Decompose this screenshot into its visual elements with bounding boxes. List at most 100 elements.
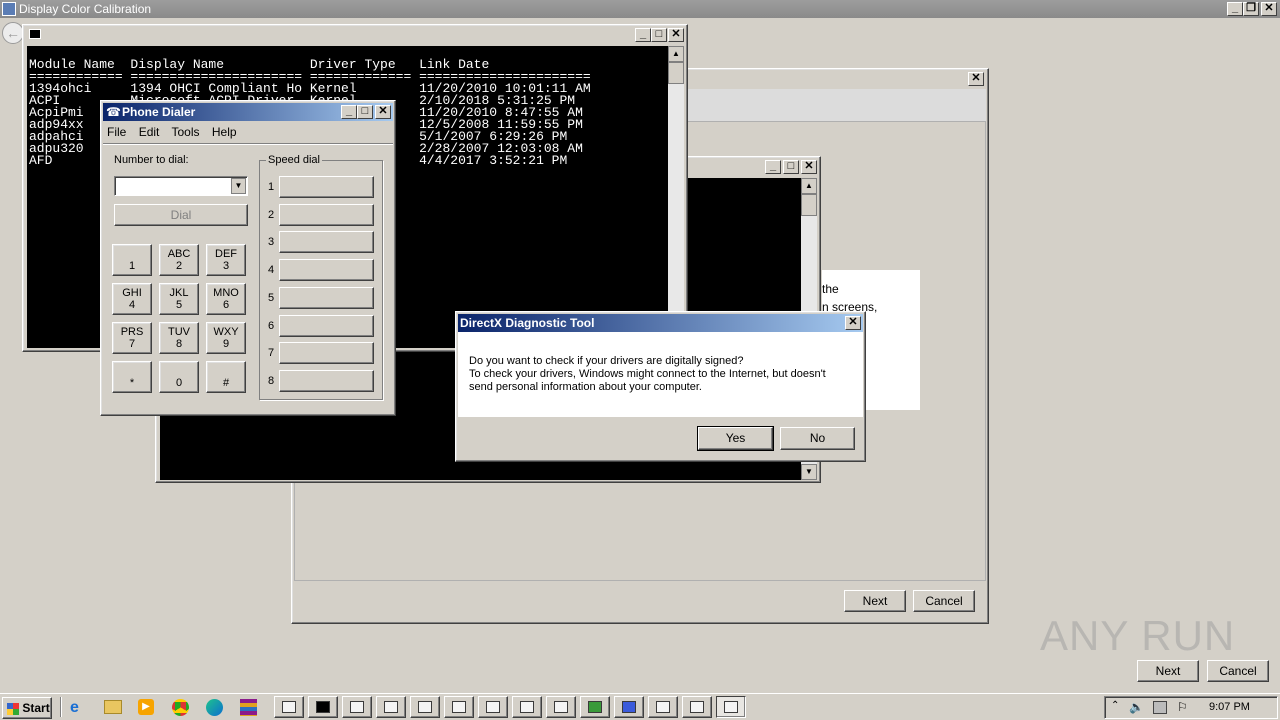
keypad-key[interactable]: JKL 5 bbox=[159, 283, 199, 315]
keypad-key[interactable]: # bbox=[206, 361, 246, 393]
console-close-button[interactable]: ✕ bbox=[668, 28, 684, 42]
scroll-thumb[interactable] bbox=[801, 194, 817, 216]
scroll-up-icon[interactable]: ▲ bbox=[801, 178, 817, 194]
scroll-down-icon[interactable]: ▼ bbox=[801, 464, 817, 480]
edge-icon[interactable] bbox=[206, 699, 223, 716]
taskbar-window-button[interactable] bbox=[274, 696, 304, 718]
speed-dial-number: 2 bbox=[268, 208, 275, 221]
dialer-minimize-button[interactable]: _ bbox=[341, 105, 357, 119]
speed-dial-number: 4 bbox=[268, 264, 275, 277]
speed-dial-label: Speed dial bbox=[266, 154, 322, 166]
speed-dial-button[interactable] bbox=[279, 369, 374, 392]
number-to-dial-combo[interactable]: ▼ bbox=[114, 176, 248, 196]
start-button[interactable]: Start bbox=[2, 697, 52, 719]
speed-dial-button[interactable] bbox=[279, 259, 374, 282]
phone-dialer-window: ☎ Phone Dialer _ □ ✕ File Edit Tools Hel… bbox=[100, 100, 396, 416]
keypad-key[interactable]: GHI 4 bbox=[112, 283, 152, 315]
console2-maximize-button[interactable]: □ bbox=[783, 160, 799, 174]
calculator-icon bbox=[452, 701, 466, 713]
keypad-key[interactable]: DEF 3 bbox=[206, 244, 246, 276]
taskbar-window-button[interactable] bbox=[580, 696, 610, 718]
keypad-key-digit: 9 bbox=[222, 338, 230, 350]
console-maximize-button[interactable]: □ bbox=[651, 28, 667, 42]
console2-close-button[interactable]: ✕ bbox=[801, 160, 817, 174]
winrar-icon[interactable] bbox=[240, 699, 257, 716]
media-player-icon[interactable]: ▶ bbox=[138, 699, 154, 715]
action-center-flag-icon[interactable]: ⚐ bbox=[1177, 700, 1188, 714]
console-scrollbar[interactable]: ▲ bbox=[668, 46, 684, 348]
wizard-next-button[interactable]: Next bbox=[844, 590, 906, 612]
taskbar-window-button[interactable] bbox=[410, 696, 440, 718]
dialer-menu-bar: File Edit Tools Help bbox=[107, 125, 237, 141]
wizard-cancel-button[interactable]: Cancel bbox=[913, 590, 975, 612]
folder-icon[interactable] bbox=[104, 700, 122, 714]
dxdiag-message-line: send personal information about your com… bbox=[469, 381, 702, 393]
main-cancel-button[interactable]: Cancel bbox=[1207, 660, 1269, 682]
taskbar-window-button[interactable] bbox=[376, 696, 406, 718]
keypad-key[interactable]: PRS 7 bbox=[112, 322, 152, 354]
keypad-key[interactable]: ABC 2 bbox=[159, 244, 199, 276]
taskbar-window-button[interactable] bbox=[614, 696, 644, 718]
scroll-thumb[interactable] bbox=[668, 62, 684, 84]
menu-edit[interactable]: Edit bbox=[139, 125, 160, 139]
taskbar-window-button[interactable] bbox=[444, 696, 474, 718]
network-icon[interactable] bbox=[1153, 701, 1167, 714]
speed-dial-number: 7 bbox=[268, 347, 275, 360]
keypad-key[interactable]: WXY 9 bbox=[206, 322, 246, 354]
console-minimize-button[interactable]: _ bbox=[635, 28, 651, 42]
minimize-button[interactable]: _ bbox=[1227, 2, 1243, 16]
keypad-key[interactable]: TUV 8 bbox=[159, 322, 199, 354]
keypad-key[interactable]: * bbox=[112, 361, 152, 393]
taskbar-window-button[interactable] bbox=[512, 696, 542, 718]
window-icon bbox=[486, 701, 500, 713]
taskbar-window-button[interactable] bbox=[478, 696, 508, 718]
keypad-key-digit: 8 bbox=[175, 338, 183, 350]
restore-button[interactable]: ❐ bbox=[1243, 2, 1259, 16]
dxdiag-close-button[interactable]: ✕ bbox=[845, 316, 861, 330]
keypad-key[interactable]: 0 bbox=[159, 361, 199, 393]
keypad-key-digit: 0 bbox=[175, 377, 183, 389]
console-icon bbox=[316, 701, 330, 713]
close-button[interactable]: ✕ bbox=[1261, 2, 1277, 16]
taskbar-window-button[interactable] bbox=[308, 696, 338, 718]
chevron-down-icon[interactable]: ▼ bbox=[231, 178, 246, 194]
taskbar-window-button[interactable] bbox=[716, 696, 746, 718]
dial-button[interactable]: Dial bbox=[114, 204, 248, 226]
taskbar-window-button[interactable] bbox=[648, 696, 678, 718]
taskbar-window-button[interactable] bbox=[682, 696, 712, 718]
speed-dial-number: 3 bbox=[268, 236, 275, 249]
menu-tools[interactable]: Tools bbox=[172, 125, 200, 139]
keypad-key[interactable]: MNO 6 bbox=[206, 283, 246, 315]
yes-button[interactable]: Yes bbox=[697, 426, 774, 451]
speed-dial-button[interactable] bbox=[279, 231, 374, 254]
console2-minimize-button[interactable]: _ bbox=[765, 160, 781, 174]
dxdiag-message-area: Do you want to check if your drivers are… bbox=[458, 332, 863, 417]
show-hidden-icons-icon[interactable]: ⌃ bbox=[1111, 700, 1119, 711]
speed-dial-button[interactable] bbox=[279, 176, 374, 198]
anyrun-watermark: ANY RUN bbox=[1040, 612, 1236, 659]
menu-help[interactable]: Help bbox=[212, 125, 237, 139]
wizard-close-button[interactable]: ✕ bbox=[968, 72, 984, 86]
menu-file[interactable]: File bbox=[107, 125, 126, 139]
dialer-maximize-button[interactable]: □ bbox=[357, 105, 373, 119]
taskbar-window-button[interactable] bbox=[546, 696, 576, 718]
no-button[interactable]: No bbox=[780, 427, 855, 450]
keypad-key[interactable]: 1 bbox=[112, 244, 152, 276]
speed-dial-button[interactable] bbox=[279, 286, 374, 309]
window-icon bbox=[350, 701, 364, 713]
dialer-close-button[interactable]: ✕ bbox=[375, 105, 391, 119]
back-arrow-icon[interactable]: ← bbox=[2, 22, 24, 44]
ie-icon[interactable]: e bbox=[70, 699, 88, 717]
clock[interactable]: 9:07 PM bbox=[1209, 701, 1250, 713]
keypad-key-digit: 5 bbox=[175, 299, 183, 311]
chrome-icon[interactable] bbox=[172, 699, 189, 716]
volume-icon[interactable]: 🔈 bbox=[1129, 700, 1144, 714]
scroll-up-icon[interactable]: ▲ bbox=[668, 46, 684, 62]
speed-dial-number: 1 bbox=[268, 181, 275, 193]
speed-dial-button[interactable] bbox=[279, 314, 374, 337]
speed-dial-button[interactable] bbox=[279, 203, 374, 226]
dxdiag-message-line: Do you want to check if your drivers are… bbox=[469, 355, 744, 367]
main-next-button[interactable]: Next bbox=[1137, 660, 1199, 682]
taskbar-window-button[interactable] bbox=[342, 696, 372, 718]
speed-dial-button[interactable] bbox=[279, 342, 374, 365]
